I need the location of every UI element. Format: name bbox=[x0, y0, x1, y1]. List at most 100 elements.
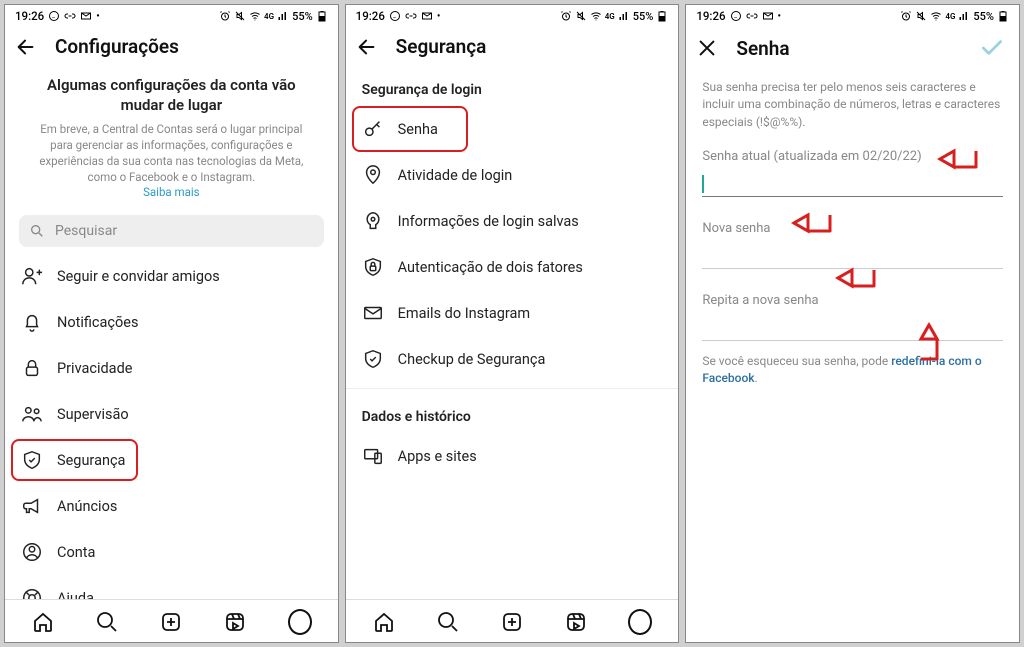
menuitem-apps-sites[interactable]: Apps e sites bbox=[346, 433, 679, 479]
label: Anúncios bbox=[57, 498, 117, 515]
page-title: Segurança bbox=[396, 35, 487, 58]
divider bbox=[346, 388, 679, 389]
menuitem-privacy[interactable]: Privacidade bbox=[5, 345, 338, 391]
label: Supervisão bbox=[57, 406, 129, 423]
status-time: 19:26 bbox=[15, 9, 44, 23]
header: Segurança bbox=[346, 25, 679, 68]
nav-search-icon[interactable] bbox=[436, 610, 460, 634]
label: Notificações bbox=[57, 314, 138, 331]
menuitem-follow-invite[interactable]: Seguir e convidar amigos bbox=[5, 253, 338, 299]
menuitem-help[interactable]: Ajuda bbox=[5, 575, 338, 599]
field-repeat-password[interactable]: Repita a nova senha bbox=[686, 285, 1019, 347]
menuitem-notifications[interactable]: Notificações bbox=[5, 299, 338, 345]
menuitem-password[interactable]: Senha bbox=[346, 106, 679, 152]
new-password-input[interactable] bbox=[702, 240, 1003, 269]
avatar bbox=[628, 609, 652, 635]
label: Ajuda bbox=[57, 590, 94, 599]
nav-add-icon[interactable] bbox=[159, 610, 183, 634]
banner-title: Algumas configurações da conta vão mudar… bbox=[31, 76, 312, 115]
nav-profile[interactable] bbox=[628, 610, 652, 634]
back-arrow-icon[interactable] bbox=[356, 36, 378, 58]
search-input[interactable]: Pesquisar bbox=[19, 215, 324, 247]
banner-desc: Em breve, a Central de Contas será o lug… bbox=[31, 121, 312, 185]
label: Autenticação de dois fatores bbox=[398, 259, 583, 276]
current-password-input[interactable] bbox=[702, 168, 1003, 197]
mute-icon bbox=[234, 10, 246, 22]
menuitem-saved-login[interactable]: Informações de login salvas bbox=[346, 198, 679, 244]
keyhole-icon bbox=[362, 210, 384, 232]
whatsapp-icon bbox=[730, 10, 742, 22]
page-title: Configurações bbox=[55, 35, 179, 58]
status-more: • bbox=[437, 11, 441, 22]
menuitem-login-activity[interactable]: Atividade de login bbox=[346, 152, 679, 198]
nav-home-icon[interactable] bbox=[31, 610, 55, 634]
forgot-prefix: Se você esqueceu sua senha, pode bbox=[702, 354, 891, 368]
mail-icon bbox=[362, 302, 384, 324]
battery-icon bbox=[997, 10, 1009, 22]
status-bar: 19:26 • 4G 55% bbox=[686, 5, 1019, 25]
banner-link[interactable]: Saiba mais bbox=[31, 185, 312, 199]
screen-security: 19:26 • 4G 55% Segurança Segurança de lo… bbox=[345, 4, 680, 643]
label: Seguir e convidar amigos bbox=[57, 268, 220, 285]
menuitem-account[interactable]: Conta bbox=[5, 529, 338, 575]
menuitem-emails[interactable]: Emails do Instagram bbox=[346, 290, 679, 336]
alarm-icon bbox=[560, 10, 572, 22]
status-time: 19:26 bbox=[696, 9, 725, 23]
nav-search-icon[interactable] bbox=[95, 610, 119, 634]
menuitem-security[interactable]: Segurança bbox=[5, 437, 338, 483]
nav-reels-icon[interactable] bbox=[564, 610, 588, 634]
battery-pct: 55% bbox=[292, 10, 313, 23]
page-title: Senha bbox=[736, 37, 789, 60]
devices-icon bbox=[362, 445, 384, 467]
info-banner: Algumas configurações da conta vão mudar… bbox=[5, 68, 338, 205]
password-desc: Sua senha precisa ter pelo menos seis ca… bbox=[686, 71, 1019, 141]
back-arrow-icon[interactable] bbox=[15, 36, 37, 58]
repeat-password-input[interactable] bbox=[702, 312, 1003, 341]
menuitem-two-factor[interactable]: Autenticação de dois fatores bbox=[346, 244, 679, 290]
link-icon bbox=[405, 10, 417, 22]
section-login-security: Segurança de login bbox=[346, 68, 679, 106]
mail-icon bbox=[80, 10, 92, 22]
menuitem-checkup[interactable]: Checkup de Segurança bbox=[346, 336, 679, 382]
label: Conta bbox=[57, 544, 95, 561]
battery-pct: 55% bbox=[633, 10, 654, 23]
screen-password: 19:26 • 4G 55% Senha Sua senha precisa t… bbox=[685, 4, 1020, 643]
screen-settings: 19:26 • 4G 55% Configurações Algumas con… bbox=[4, 4, 339, 643]
battery-icon bbox=[316, 10, 328, 22]
nav-add-icon[interactable] bbox=[500, 610, 524, 634]
nav-reels-icon[interactable] bbox=[223, 610, 247, 634]
menuitem-supervision[interactable]: Supervisão bbox=[5, 391, 338, 437]
label: Emails do Instagram bbox=[398, 305, 530, 322]
section-data-history: Dados e histórico bbox=[346, 395, 679, 433]
close-icon[interactable] bbox=[696, 37, 718, 59]
period: . bbox=[755, 371, 758, 385]
settings-menu: Seguir e convidar amigos Notificações Pr… bbox=[5, 253, 338, 599]
field-current-password[interactable]: Senha atual (atualizada em 02/20/22) bbox=[686, 141, 1019, 203]
security-content: Segurança de login Senha Atividade de lo… bbox=[346, 68, 679, 599]
password-content: Sua senha precisa ter pelo menos seis ca… bbox=[686, 71, 1019, 642]
field-new-password[interactable]: Nova senha bbox=[686, 213, 1019, 275]
status-bar: 19:26 • 4G 55% bbox=[5, 5, 338, 25]
label: Informações de login salvas bbox=[398, 213, 579, 230]
status-more: • bbox=[778, 11, 782, 22]
mail-icon bbox=[421, 10, 433, 22]
label: Segurança bbox=[57, 452, 125, 469]
link-icon bbox=[64, 10, 76, 22]
wifi-icon bbox=[249, 10, 261, 22]
status-time: 19:26 bbox=[356, 9, 385, 23]
lifebuoy-icon bbox=[21, 587, 43, 599]
label: Atividade de login bbox=[398, 167, 513, 184]
shield-lock-icon bbox=[362, 256, 384, 278]
megaphone-icon bbox=[21, 495, 43, 517]
nav-profile[interactable] bbox=[288, 610, 312, 634]
nav-home-icon[interactable] bbox=[372, 610, 396, 634]
menuitem-ads[interactable]: Anúncios bbox=[5, 483, 338, 529]
avatar bbox=[288, 609, 312, 635]
link-icon bbox=[746, 10, 758, 22]
confirm-check-icon[interactable] bbox=[979, 35, 1005, 61]
lock-icon bbox=[21, 357, 43, 379]
label: Apps e sites bbox=[398, 448, 477, 465]
network-4g: 4G bbox=[605, 12, 615, 21]
header: Configurações bbox=[5, 25, 338, 68]
people-icon bbox=[21, 403, 43, 425]
